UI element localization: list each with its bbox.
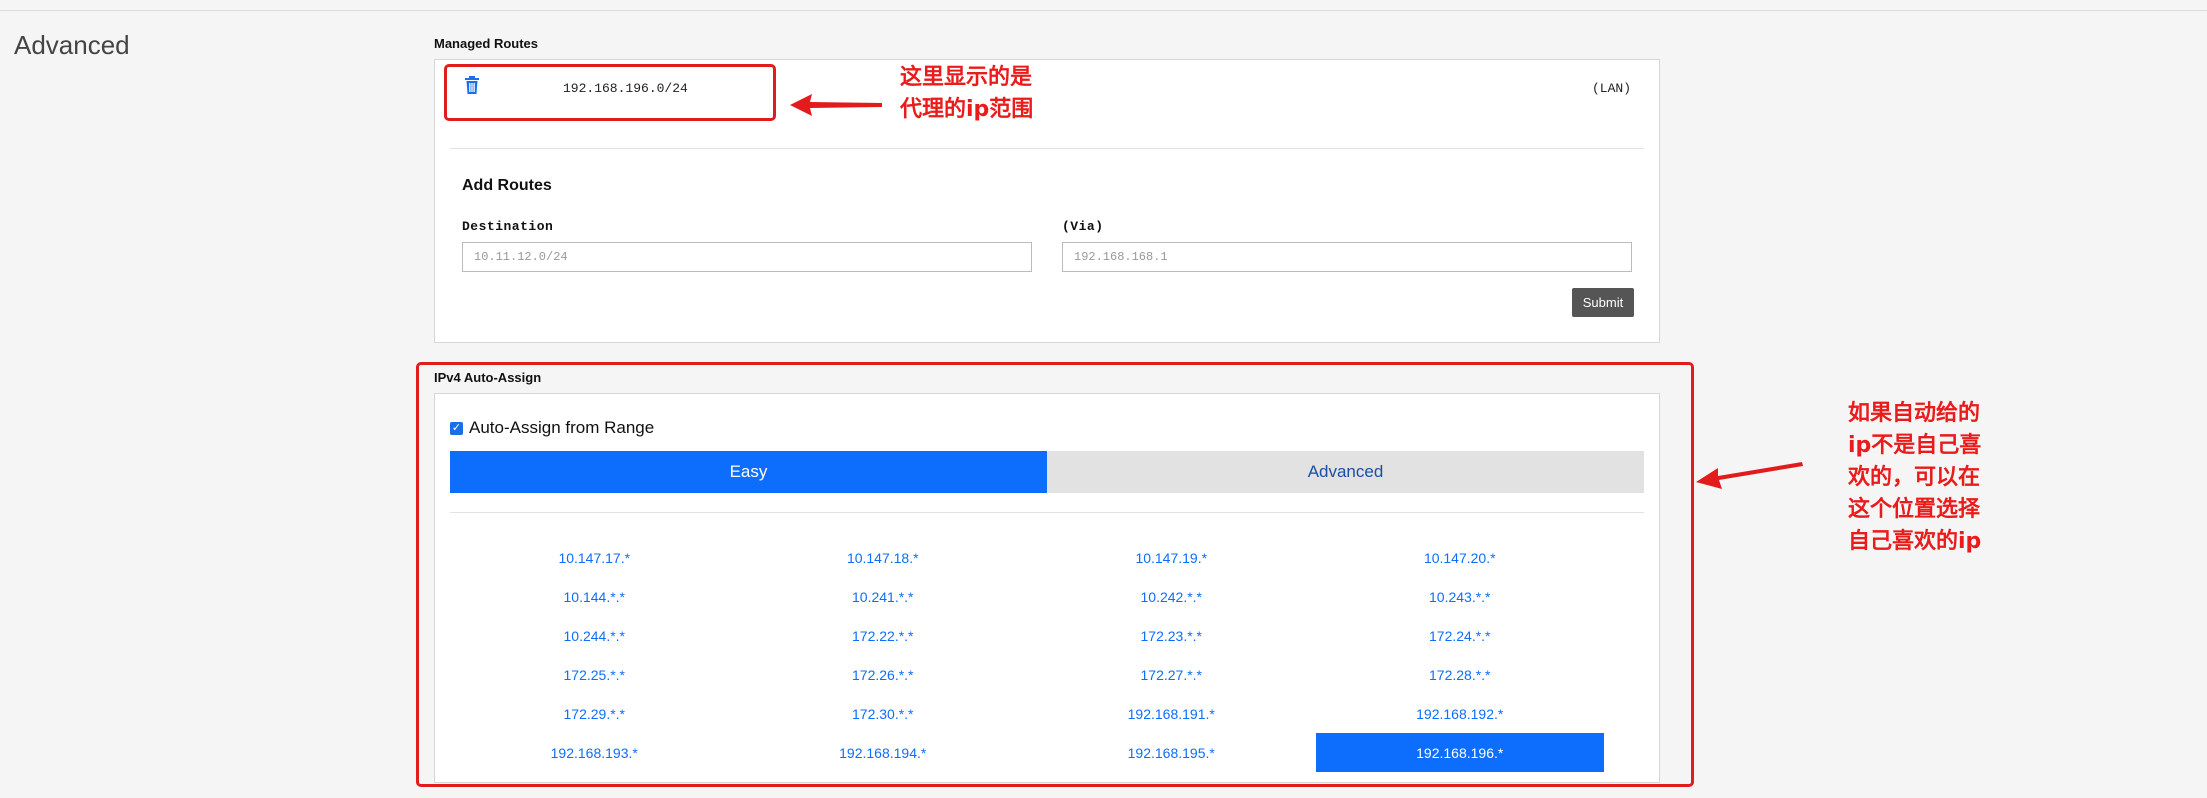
annotation-arrow-2 <box>1696 462 1803 489</box>
divider <box>450 148 1644 149</box>
via-input[interactable] <box>1062 242 1632 272</box>
note2-line: 如果自动给的 <box>1848 401 1981 426</box>
via-label: (Via) <box>1062 219 1104 234</box>
destination-label: Destination <box>462 219 554 234</box>
section-title: Advanced <box>14 30 130 60</box>
annotation-note-1: 这里显示的是 代理的ip范围 <box>900 62 1033 126</box>
note2-line: 这个位置选择 <box>1848 497 1981 522</box>
note2-line: 自己喜欢的ip <box>1848 529 1982 554</box>
annotation-box-autoassign <box>416 362 1694 787</box>
note2-line: 欢的，可以在 <box>1848 465 1981 490</box>
note1-line: 代理的ip范围 <box>900 97 1034 122</box>
route-type: (LAN) <box>1591 81 1631 96</box>
add-routes-title: Add Routes <box>462 177 552 194</box>
top-divider <box>0 10 2207 11</box>
note1-line: 这里显示的是 <box>900 65 1033 90</box>
annotation-arrow-1 <box>790 94 882 116</box>
managed-routes-heading: Managed Routes <box>434 36 539 51</box>
annotation-note-2: 如果自动给的 ip不是自己喜 欢的，可以在 这个位置选择 自己喜欢的ip <box>1848 398 1981 558</box>
annotation-box-route <box>444 64 776 121</box>
note2-line: ip不是自己喜 <box>1848 433 1982 458</box>
submit-button[interactable]: Submit <box>1572 288 1634 317</box>
destination-input[interactable] <box>462 242 1032 272</box>
